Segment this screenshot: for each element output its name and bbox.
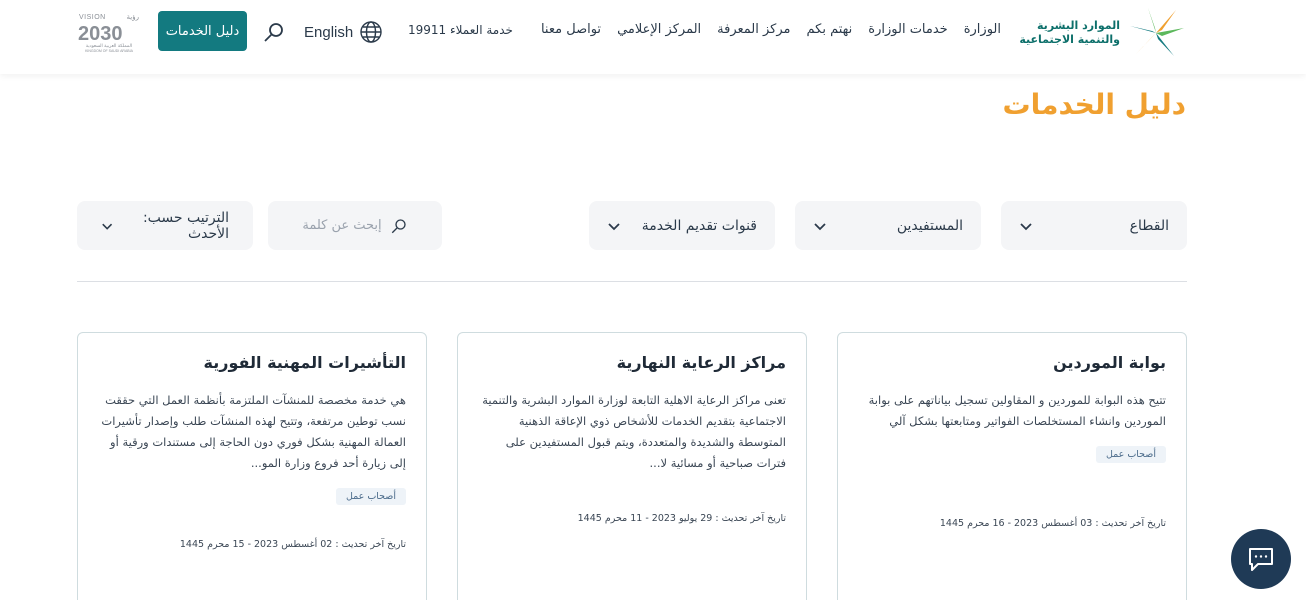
vision-word: VISION xyxy=(79,14,106,21)
vision-2030-logo: VISION رؤية 2030 المملكة العربية السعودي… xyxy=(78,13,139,53)
logo-line-1: الموارد البشرية xyxy=(1037,19,1120,32)
chevron-down-icon xyxy=(1020,222,1032,230)
chevron-down-icon xyxy=(608,222,620,230)
vision-year: 2030 xyxy=(78,23,123,45)
globe-icon xyxy=(360,21,382,43)
site-header: الموارد البشرية والتنمية الاجتماعية الوز… xyxy=(0,0,1306,74)
nav-item-ministry[interactable]: الوزارة xyxy=(964,22,1001,37)
chevron-down-icon xyxy=(814,222,826,230)
service-channels-filter[interactable]: قنوات تقديم الخدمة xyxy=(589,201,775,250)
search-icon xyxy=(391,218,406,233)
nav-item-we-care[interactable]: نهتم بكم xyxy=(807,22,853,37)
logo-line-2: والتنمية الاجتماعية xyxy=(1019,33,1120,46)
keyword-search-input[interactable]: إبحث عن كلمة xyxy=(268,201,442,250)
service-card-title[interactable]: بوابة الموردين xyxy=(858,353,1166,372)
language-label: English xyxy=(304,23,354,41)
vision-arabic: رؤية xyxy=(127,13,139,21)
nav-item-ministry-services[interactable]: خدمات الوزارة xyxy=(868,22,947,37)
beneficiaries-filter-label: المستفيدين xyxy=(896,217,963,234)
sector-filter-label: القطاع xyxy=(1129,217,1169,234)
logo-text: الموارد البشرية والتنمية الاجتماعية xyxy=(1019,19,1120,47)
beneficiaries-filter[interactable]: المستفيدين xyxy=(795,201,981,250)
search-placeholder: إبحث عن كلمة xyxy=(302,218,382,233)
chat-icon xyxy=(1249,548,1273,571)
chevron-down-icon xyxy=(102,223,113,230)
service-card-description: تعنى مراكز الرعاية الاهلية التابعة لوزار… xyxy=(482,393,786,470)
sector-filter[interactable]: القطاع xyxy=(1001,201,1187,250)
service-card[interactable]: بوابة الموردين تتيح هذه البوابة للموردين… xyxy=(837,332,1187,600)
search-icon[interactable] xyxy=(262,20,286,44)
service-card[interactable]: التأشيرات المهنية الفورية هي خدمة مخصصة … xyxy=(77,332,427,600)
language-switch[interactable]: English xyxy=(304,20,383,44)
service-channels-filter-label: قنوات تقديم الخدمة xyxy=(641,217,757,234)
audience-badge: أصحاب عمل xyxy=(335,488,406,505)
service-card-title[interactable]: التأشيرات المهنية الفورية xyxy=(98,353,406,372)
ministry-logo-mark xyxy=(1130,8,1184,56)
last-updated-date: تاريخ آخر تحديث : 29 يوليو 2023 - 11 محر… xyxy=(577,513,786,524)
sort-dropdown[interactable]: الترتيب حسب: الأحدث xyxy=(77,201,253,250)
nav-item-knowledge-center[interactable]: مركز المعرفة xyxy=(717,22,790,37)
service-card-description: تتيح هذه البوابة للموردين و المقاولين تس… xyxy=(868,393,1166,428)
sort-label: الترتيب حسب: الأحدث xyxy=(142,209,229,242)
customer-service-hotline[interactable]: خدمة العملاء 19911 xyxy=(408,23,513,37)
vision-sub-en: KINGDOM OF SAUDI ARABIA xyxy=(85,49,134,53)
audience-badge: أصحاب عمل xyxy=(1095,446,1166,463)
nav-item-media-center[interactable]: المركز الإعلامي xyxy=(617,22,701,37)
ministry-logo[interactable]: الموارد البشرية والتنمية الاجتماعية xyxy=(1018,6,1186,60)
service-card-title[interactable]: مراكز الرعاية النهارية xyxy=(478,353,786,372)
main-nav: الوزارة خدمات الوزارة نهتم بكم مركز المع… xyxy=(541,22,1001,37)
last-updated-date: تاريخ آخر تحديث : 03 أغسطس 2023 - 16 محر… xyxy=(939,518,1166,529)
chat-button[interactable] xyxy=(1231,529,1291,589)
page-title: دليل الخدمات xyxy=(1002,88,1186,121)
service-card[interactable]: مراكز الرعاية النهارية تعنى مراكز الرعاي… xyxy=(457,332,807,600)
nav-item-contact-us[interactable]: تواصل معنا xyxy=(541,22,601,37)
last-updated-date: تاريخ آخر تحديث : 02 أغسطس 2023 - 15 محر… xyxy=(179,539,406,550)
filters-divider xyxy=(77,281,1187,282)
service-card-description: هي خدمة مخصصة للمنشآت الملتزمة بأنظمة ال… xyxy=(101,393,406,470)
services-guide-button[interactable]: دليل الخدمات xyxy=(158,11,247,51)
